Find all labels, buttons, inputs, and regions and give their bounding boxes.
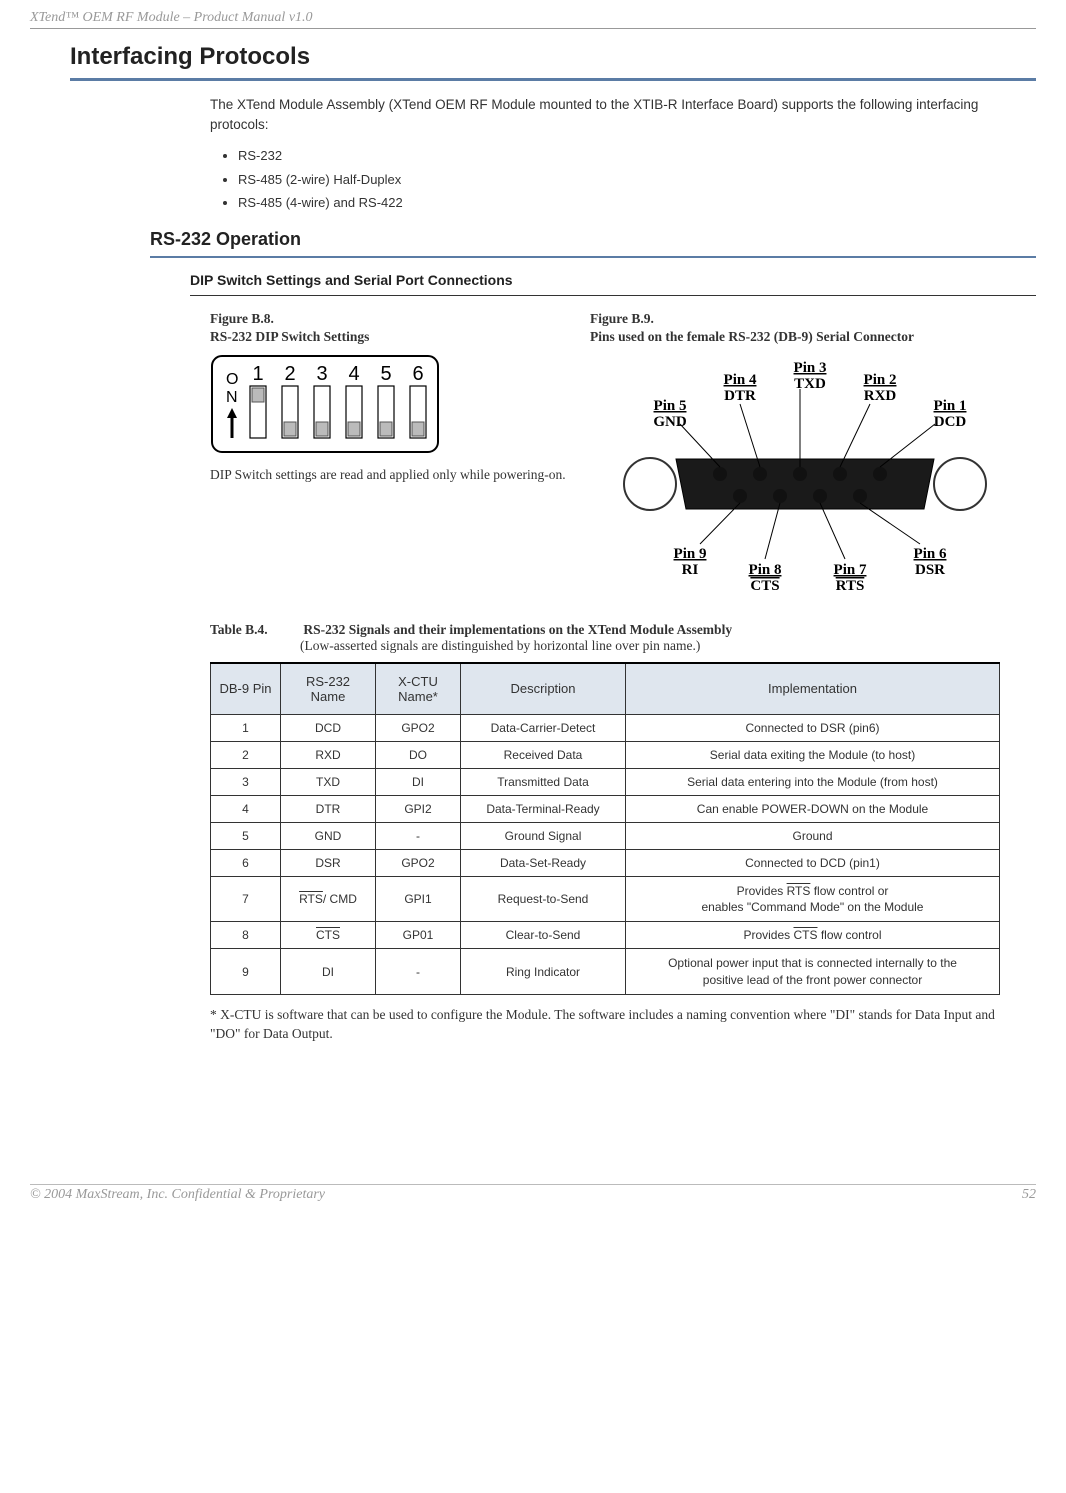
table-footnote: * X-CTU is software that can be used to … (210, 1005, 1016, 1044)
col-header: DB-9 Pin (211, 663, 281, 715)
list-item: RS-232 (238, 144, 1016, 167)
h1-rule (70, 78, 1036, 81)
sw-num: 3 (316, 363, 327, 385)
figure-title: RS-232 DIP Switch Settings (210, 328, 570, 346)
section-heading: Interfacing Protocols (70, 43, 1036, 71)
table-row: 1DCDGPO2Data-Carrier-DetectConnected to … (211, 714, 1000, 741)
doc-header: XTend™ OEM RF Module – Product Manual v1… (30, 10, 1036, 29)
sw-num: 4 (348, 363, 359, 385)
col-header: RS-232 Name (281, 663, 376, 715)
figure-caption-left: Figure B.8. RS-232 DIP Switch Settings (210, 310, 570, 346)
svg-text:Pin 9: Pin 9 (674, 546, 707, 562)
h3-rule (190, 295, 1036, 296)
table-title: RS-232 Signals and their implementations… (303, 622, 732, 637)
svg-text:DCD: DCD (934, 414, 967, 430)
db9-connector-diagram: Pin 5 GND Pin 4 DTR Pin 3 TXD Pin 2 RXD … (590, 354, 1020, 594)
list-item: RS-485 (4-wire) and RS-422 (238, 191, 1016, 214)
table-caption: Table B.4. RS-232 Signals and their impl… (210, 622, 1036, 654)
figure-title: Pins used on the female RS-232 (DB-9) Se… (590, 328, 1020, 346)
svg-text:RTS: RTS (836, 578, 865, 594)
col-header: X-CTU Name* (376, 663, 461, 715)
list-item: RS-485 (2-wire) Half-Duplex (238, 168, 1016, 191)
svg-text:DTR: DTR (724, 388, 756, 404)
svg-text:Pin 6: Pin 6 (914, 546, 947, 562)
table-row: 4DTRGPI2Data-Terminal-ReadyCan enable PO… (211, 795, 1000, 822)
svg-text:Pin 7: Pin 7 (834, 562, 867, 578)
signals-table: DB-9 Pin RS-232 Name X-CTU Name* Descrip… (210, 662, 1000, 995)
svg-text:DSR: DSR (915, 562, 945, 578)
h2-rule (150, 256, 1036, 258)
footer-page-number: 52 (1022, 1187, 1036, 1203)
svg-text:RXD: RXD (864, 388, 897, 404)
col-header: Description (461, 663, 626, 715)
dip-switch-diagram: O N 1 2 3 4 5 6 (210, 354, 440, 454)
table-subtitle: (Low-asserted signals are distinguished … (300, 638, 1036, 654)
subsection-heading: RS-232 Operation (150, 229, 1036, 250)
svg-text:RI: RI (682, 562, 699, 578)
table-row: 6DSRGPO2Data-Set-ReadyConnected to DCD (… (211, 849, 1000, 876)
svg-text:Pin 4: Pin 4 (724, 372, 757, 388)
svg-text:Pin 2: Pin 2 (864, 372, 897, 388)
svg-text:Pin 3: Pin 3 (794, 360, 827, 376)
sw-num: 5 (380, 363, 391, 385)
footer-left: © 2004 MaxStream, Inc. Confidential & Pr… (30, 1187, 325, 1203)
table-row: 7 RTS/ CMD GPI1 Request-to-Send Provides… (211, 876, 1000, 921)
svg-text:GND: GND (653, 414, 687, 430)
col-header: Implementation (626, 663, 1000, 715)
svg-text:CTS: CTS (750, 578, 779, 594)
on-label-o: O (226, 371, 238, 388)
sw-num: 1 (252, 363, 263, 385)
protocol-list: RS-232 RS-485 (2-wire) Half-Duplex RS-48… (210, 144, 1016, 214)
figure-number: Figure B.8. (210, 311, 274, 326)
table-number: Table B.4. (210, 622, 300, 638)
on-label-n: N (226, 389, 238, 406)
dip-note: DIP Switch settings are read and applied… (210, 466, 570, 485)
sw-num: 2 (284, 363, 295, 385)
svg-text:Pin 8: Pin 8 (749, 562, 782, 578)
table-row: 5GND-Ground SignalGround (211, 822, 1000, 849)
table-row: 8 CTS GP01 Clear-to-Send Provides CTS fl… (211, 922, 1000, 949)
table-row: 9DI-Ring Indicator Optional power input … (211, 949, 1000, 994)
intro-text: The XTend Module Assembly (XTend OEM RF … (210, 95, 1016, 137)
figure-caption-right: Figure B.9. Pins used on the female RS-2… (590, 310, 1020, 346)
table-row: 3TXDDITransmitted DataSerial data enteri… (211, 768, 1000, 795)
subsubsection-heading: DIP Switch Settings and Serial Port Conn… (190, 272, 1036, 288)
svg-text:Pin 1: Pin 1 (934, 398, 967, 414)
table-row: 2RXDDOReceived DataSerial data exiting t… (211, 741, 1000, 768)
figure-number: Figure B.9. (590, 311, 654, 326)
svg-text:Pin 5: Pin 5 (654, 398, 687, 414)
svg-text:TXD: TXD (794, 376, 826, 392)
sw-num: 6 (412, 363, 423, 385)
